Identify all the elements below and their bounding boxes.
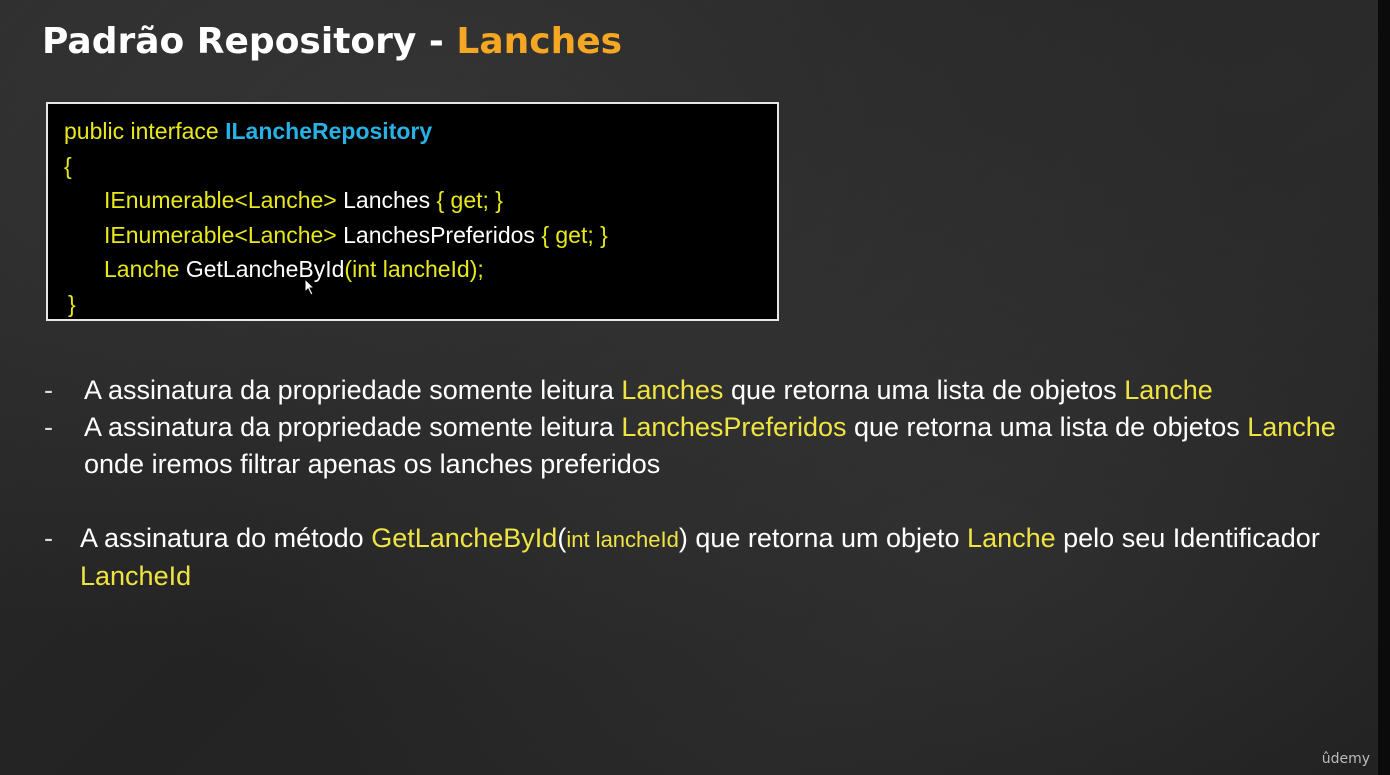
bullet-dash: -: [44, 523, 53, 553]
bullet-highlight: Lanche: [1247, 412, 1336, 442]
bullet-item: - A assinatura da propriedade somente le…: [44, 409, 1344, 483]
code-line-3: IEnumerable<Lanche> Lanches { get; }: [64, 183, 777, 218]
code-accessor: { get; }: [436, 187, 503, 213]
code-block: public interface ILancheRepository { IEn…: [46, 102, 779, 321]
code-keyword: public interface: [64, 118, 226, 144]
code-line-5: Lanche GetLancheById(int lancheId);: [64, 252, 777, 287]
code-type: IEnumerable<Lanche>: [104, 221, 344, 248]
bullet-text: que retorna uma lista de objetos: [723, 375, 1125, 405]
code-line-6: }: [68, 290, 76, 317]
title-main: Padrão Repository -: [42, 21, 457, 62]
bullet-text: A assinatura da propriedade somente leit…: [84, 412, 622, 442]
bullet-dash: -: [44, 375, 53, 405]
bullet-text: A assinatura da propriedade somente leit…: [84, 375, 622, 405]
bullet-list: - A assinatura da propriedade somente le…: [44, 372, 1344, 595]
code-interface-name: ILancheRepository: [225, 118, 433, 144]
bullet-highlight: GetLancheById: [371, 523, 558, 553]
bullet-highlight: Lanche: [967, 523, 1056, 553]
video-edge: [1378, 0, 1390, 775]
code-member-name: GetLancheById: [185, 256, 345, 282]
bullet-text: A assinatura do método: [80, 523, 372, 553]
code-parameters: (int lancheId);: [344, 256, 484, 282]
title-accent: Lanches: [456, 21, 623, 62]
bullet-text: onde iremos filtrar apenas os lanches pr…: [84, 449, 661, 479]
bullet-highlight: LanchesPreferidos: [621, 412, 847, 442]
bullet-item: - A assinatura do método GetLancheById(i…: [44, 520, 1344, 595]
code-type: Lanche: [104, 256, 186, 282]
code-line-4: IEnumerable<Lanche> LanchesPreferidos { …: [64, 218, 777, 253]
bullet-item: - A assinatura da propriedade somente le…: [44, 372, 1344, 409]
slide-title: Padrão Repository - Lanches: [42, 20, 622, 64]
bullet-text: que retorna uma lista de objetos: [846, 412, 1248, 442]
code-type: IEnumerable<Lanche>: [104, 187, 344, 213]
bullet-highlight: Lanches: [621, 375, 724, 405]
bullet-highlight: Lanche: [1124, 375, 1213, 405]
bullet-text: que retorna um objeto: [687, 523, 968, 553]
bullet-dash: -: [44, 412, 53, 442]
code-accessor: { get; }: [541, 221, 608, 248]
bullet-text: ): [678, 523, 688, 553]
code-line-1: public interface ILancheRepository: [64, 114, 777, 149]
slide: Padrão Repository - Lanches public inter…: [0, 0, 1390, 775]
bullet-text: pelo seu Identificador: [1055, 523, 1320, 553]
code-member-name: Lanches: [343, 187, 437, 213]
udemy-watermark: ûdemy: [1321, 751, 1370, 767]
bullet-text: (: [557, 523, 567, 553]
bullet-highlight-small: int lancheId: [566, 527, 679, 552]
bullet-highlight: LancheId: [80, 561, 192, 591]
mouse-cursor-icon: [304, 278, 316, 296]
code-member-name: LanchesPreferidos: [343, 221, 542, 248]
code-line-2: {: [64, 152, 72, 179]
